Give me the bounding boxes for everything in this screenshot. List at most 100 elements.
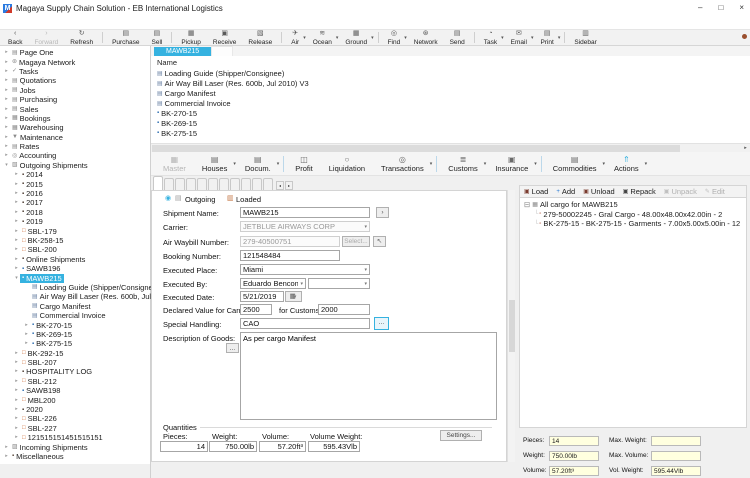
expander-icon[interactable]: ▾ — [13, 274, 20, 283]
tab-general[interactable] — [153, 176, 163, 190]
special-handling-input[interactable] — [240, 318, 370, 329]
tab-scroll-left-button[interactable]: ◂ — [276, 181, 284, 190]
shipment-name-expand-button[interactable]: › — [376, 207, 389, 218]
expander-icon[interactable]: ▸ — [3, 452, 10, 461]
sidebar-item-incoming-shipments[interactable]: ▸ ▨ Incoming Shipments — [0, 442, 150, 451]
sidebar-item-purchasing[interactable]: ▸ ▤ Purchasing — [0, 95, 150, 104]
summary-value-field[interactable] — [651, 436, 701, 446]
pieces-value[interactable]: 14 — [160, 441, 208, 452]
tree-item[interactable]: ▸ ▪ 2018 — [0, 208, 150, 217]
declared-value-input[interactable] — [240, 304, 272, 315]
sidebar-item-magaya-network[interactable]: ▸ ⊛ Magaya Network — [0, 57, 150, 66]
close-button[interactable]: × — [739, 0, 744, 16]
minimize-button[interactable]: – — [698, 0, 702, 16]
executed-by-secondary-select[interactable]: ▾ — [308, 278, 370, 289]
dropdown-arrow-icon[interactable]: ▾ — [233, 161, 236, 167]
tree-item[interactable]: ▸ □ BK-258-15 — [0, 236, 150, 245]
pickup-button[interactable]: ▦ Pickup — [175, 30, 207, 45]
tab-events[interactable] — [197, 178, 207, 190]
tree-item[interactable]: ▸ ▪ HOSPITALITY LOG — [0, 367, 150, 376]
forward-button[interactable]: › Forward — [28, 30, 64, 45]
expander-icon[interactable]: ▸ — [3, 123, 10, 132]
sidebar-item-warehousing[interactable]: ▸ ▦ Warehousing — [0, 123, 150, 132]
dropdown-arrow-icon[interactable]: ▾ — [303, 35, 306, 41]
ribbon-insurance-button[interactable]: ▣ Insurance ▾ — [487, 155, 537, 173]
expander-icon[interactable]: ▸ — [13, 377, 20, 386]
shipment-name-input[interactable] — [240, 207, 370, 218]
maximize-button[interactable]: □ — [718, 0, 723, 16]
ribbon-profit-button[interactable]: ◫ Profit — [287, 155, 321, 173]
document-tab-mawb215[interactable]: MAWB215 — [154, 47, 211, 56]
awb-link-button[interactable]: ↖ — [373, 236, 386, 247]
sidebar-item-mawb215[interactable]: ▾ ▪ MAWB215 — [0, 273, 150, 282]
tree-item[interactable]: ▸ □ BK-292-15 — [0, 349, 150, 358]
send-button[interactable]: ▤ Send — [444, 30, 471, 45]
expander-icon[interactable]: ▸ — [13, 414, 20, 423]
edit-button[interactable]: ✎ Edit — [705, 187, 725, 196]
purchase-button[interactable]: ▤ Purchase — [106, 30, 145, 45]
refresh-button[interactable]: ↻ Refresh — [64, 30, 99, 45]
vertical-scrollbar[interactable] — [507, 190, 515, 462]
expander-icon[interactable]: ▸ — [3, 67, 10, 76]
ground-button[interactable]: ▦ Ground ▾ — [339, 30, 374, 45]
expander-icon[interactable]: ▸ — [13, 367, 20, 376]
expander-icon[interactable]: ▸ — [13, 217, 20, 226]
dropdown-arrow-icon[interactable]: ▾ — [430, 161, 433, 167]
tab-scroll-right-button[interactable]: ▸ — [285, 181, 293, 190]
tree-item[interactable]: ▸ □ SBL-212 — [0, 377, 150, 386]
name-column-header[interactable]: Name — [151, 56, 750, 68]
tree-item[interactable]: ▤ Loading Guide (Shipper/Consignee) — [0, 283, 150, 292]
dropdown-arrow-icon[interactable]: ▾ — [531, 35, 534, 41]
tree-item[interactable]: ▸ □ 121515151451515151 — [0, 433, 150, 442]
unload-button[interactable]: ▣ Unload — [583, 187, 614, 196]
tab-internal-notes[interactable] — [252, 178, 262, 190]
tree-item[interactable]: ▸ ▪ 2016 — [0, 189, 150, 198]
summary-value-field[interactable]: 595.44Vlb — [651, 466, 701, 476]
dropdown-arrow-icon[interactable]: ▾ — [404, 35, 407, 41]
collapse-box-icon[interactable]: ⊟ — [524, 200, 530, 209]
expander-icon[interactable]: ▸ — [3, 48, 10, 57]
tree-item[interactable]: ▤ Cargo Manifest — [0, 302, 150, 311]
sidebar-item-rates[interactable]: ▸ ▤ Rates — [0, 142, 150, 151]
release-button[interactable]: ▧ Release — [242, 30, 278, 45]
expander-icon[interactable]: ▸ — [23, 321, 30, 330]
special-handling-more-button[interactable]: ... — [374, 317, 389, 330]
expander-icon[interactable]: ▸ — [13, 358, 20, 367]
date-picker-button[interactable]: ▦▾ — [285, 291, 302, 302]
tree-item[interactable]: ▤ Commercial Invoice — [0, 311, 150, 320]
dropdown-arrow-icon[interactable]: ▾ — [603, 161, 606, 167]
dropdown-arrow-icon[interactable]: ▾ — [277, 161, 280, 167]
network-button[interactable]: ⊛ Network — [408, 30, 444, 45]
summary-value-field[interactable] — [651, 451, 701, 461]
expander-icon[interactable]: ▸ — [13, 208, 20, 217]
load-button[interactable]: ▣ Load — [524, 187, 548, 196]
sidebar-item-page-one[interactable]: ▸ ▤ Page One — [0, 48, 150, 57]
horizontal-scrollbar-thumb[interactable] — [152, 145, 680, 152]
tree-item[interactable]: ▸ □ SBL-207 — [0, 358, 150, 367]
expander-icon[interactable]: ▸ — [3, 86, 10, 95]
ribbon-transactions-button[interactable]: ◎ Transactions ▾ — [373, 155, 433, 173]
expander-icon[interactable]: ▸ — [13, 245, 20, 254]
expander-icon[interactable]: ▸ — [13, 236, 20, 245]
tab-attachments[interactable] — [219, 178, 229, 190]
sidebar-item-sales[interactable]: ▸ ▤ Sales — [0, 104, 150, 113]
print-button[interactable]: ▤ Print ▾ — [534, 30, 561, 45]
expander-icon[interactable]: ▸ — [23, 330, 30, 339]
ribbon-houses-button[interactable]: ▤ Houses ▾ — [194, 155, 237, 173]
customs-value-input[interactable] — [318, 304, 370, 315]
weight-value[interactable]: 750.00lb — [209, 441, 257, 452]
tree-item[interactable]: ▸ ▪ SAWB198 — [0, 386, 150, 395]
volume-value[interactable]: 57.20ft³ — [259, 441, 306, 452]
expander-icon[interactable]: ▸ — [13, 433, 20, 442]
expander-icon[interactable]: ▸ — [13, 180, 20, 189]
ribbon-docum-button[interactable]: ▤ Docum. ▾ — [237, 155, 280, 173]
find-button[interactable]: ◎ Find ▾ — [382, 30, 408, 45]
expander-icon[interactable]: ▸ — [13, 264, 20, 273]
expander-icon[interactable]: ▸ — [13, 189, 20, 198]
executed-date-input[interactable] — [240, 291, 284, 302]
tab-delivery[interactable] — [208, 178, 218, 190]
summary-value-field[interactable]: 750.00lb — [549, 451, 599, 461]
email-button[interactable]: ✉ Email ▾ — [505, 30, 535, 45]
volume-weight-value[interactable]: 595.43Vlb — [308, 441, 360, 452]
cargo-tree-item[interactable]: └ ▫ BK-275-15 - BK-275-15 - Garments - 7… — [520, 219, 746, 229]
